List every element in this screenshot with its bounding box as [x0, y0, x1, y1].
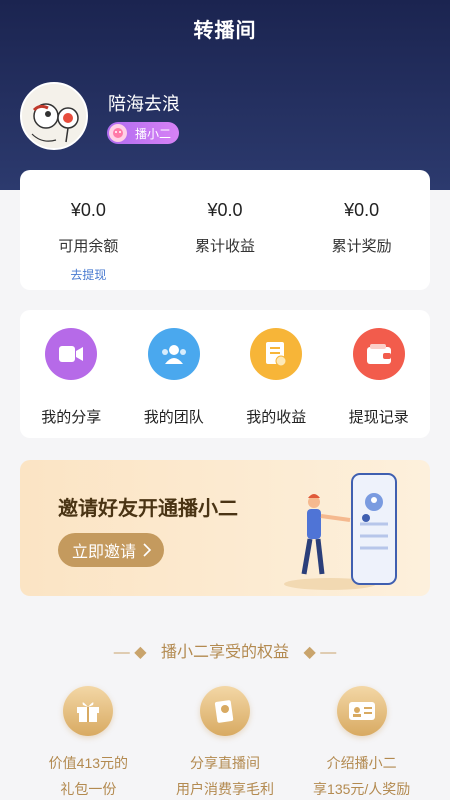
invite-now-button[interactable]: 立即邀请: [58, 533, 164, 567]
benefit-gift: 价值413元的 礼包一份: [20, 686, 157, 800]
benefits-title-text: 播小二享受的权益: [160, 644, 289, 661]
balance-value: ¥0.0: [70, 200, 106, 220]
invite-button-label: 立即邀请: [72, 544, 137, 561]
menu-item-my-team[interactable]: 我的团队: [123, 328, 226, 438]
balance-available: ¥0.0 可用余额 去提现: [20, 170, 157, 290]
id-card-icon: [336, 686, 387, 736]
divider-right: ◆ —: [303, 644, 337, 661]
benefit-text: 介绍播小二 享135元/人奖励: [293, 750, 430, 800]
balance-value: ¥0.0: [207, 200, 243, 220]
benefit-share: 分享直播间 用户消费享毛利: [157, 686, 294, 800]
balance-label: 累计收益: [195, 238, 256, 255]
menu-item-my-earnings[interactable]: 我的收益: [225, 328, 328, 438]
balance-label: 可用余额: [58, 238, 119, 255]
username: 陪海去浪: [108, 94, 180, 114]
role-badge-label: 播小二: [135, 126, 172, 141]
benefits-section-title: — ◆ 播小二享受的权益 ◆ —: [0, 638, 450, 662]
benefit-line1: 分享直播间: [190, 755, 260, 771]
menu-label: 提现记录: [348, 409, 409, 426]
balance-card: ¥0.0 可用余额 去提现 ¥0.0 累计收益 ¥0.0 累计奖励: [20, 170, 430, 290]
wallet-icon: [352, 328, 405, 380]
benefit-line2: 用户消费享毛利: [176, 781, 274, 797]
share-card-icon: [200, 686, 250, 736]
badge-face-icon: [109, 124, 127, 142]
page-title: 转播间: [193, 20, 257, 42]
menu-label: 我的团队: [143, 409, 204, 426]
menu-item-withdraw-records[interactable]: 提现记录: [328, 328, 431, 438]
team-icon: [147, 328, 200, 380]
invite-banner[interactable]: 邀请好友开通播小二 立即邀请: [20, 460, 430, 596]
balance-earnings: ¥0.0 累计收益: [157, 170, 294, 290]
balance-value: ¥0.0: [344, 200, 380, 220]
menu-card: 我的分享 我的团队 我的收益 提现记录: [20, 310, 430, 438]
menu-label: 我的分享: [41, 409, 102, 426]
benefits-row: 价值413元的 礼包一份 分享直播间 用户消费享毛利 介绍播小二 享135元/人…: [20, 686, 430, 800]
balance-label: 累计奖励: [331, 238, 392, 255]
balance-rewards: ¥0.0 累计奖励: [293, 170, 430, 290]
document-icon: [250, 328, 303, 380]
benefit-line1: 价值413元的: [48, 755, 129, 771]
benefit-referral: 介绍播小二 享135元/人奖励: [293, 686, 430, 800]
gift-icon: [63, 686, 114, 736]
avatar[interactable]: [20, 82, 88, 150]
benefit-text: 价值413元的 礼包一份: [20, 750, 157, 800]
benefit-line2: 享135元/人奖励: [313, 781, 411, 797]
withdraw-link[interactable]: 去提现: [20, 266, 157, 283]
menu-item-my-share[interactable]: 我的分享: [20, 328, 123, 438]
benefit-line2: 礼包一份: [60, 781, 117, 797]
video-icon: [45, 328, 98, 380]
menu-label: 我的收益: [246, 409, 307, 426]
invite-title: 邀请好友开通播小二: [58, 498, 238, 520]
role-badge: 播小二: [107, 122, 179, 144]
benefit-line1: 介绍播小二: [326, 755, 397, 771]
divider-left: — ◆: [113, 644, 151, 661]
chevron-right-icon: [143, 543, 152, 557]
invite-illustration-icon: [284, 473, 397, 590]
benefit-text: 分享直播间 用户消费享毛利: [157, 750, 294, 800]
